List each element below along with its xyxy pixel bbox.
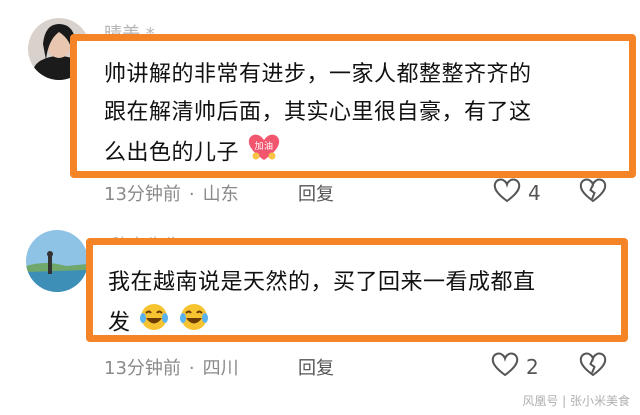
broken-heart-icon	[578, 178, 608, 208]
comment-meta: 13分钟前 · 山东	[104, 180, 239, 206]
comment-text-line: 发	[108, 302, 618, 345]
comment-time: 13分钟前	[104, 184, 181, 205]
comment-text-line: 帅讲解的非常有进步，一家人都整整齐齐的	[104, 62, 532, 87]
meta-separator: ·	[188, 358, 195, 379]
comment-time: 13分钟前	[104, 358, 181, 379]
heart-outline-icon	[492, 176, 522, 209]
broken-heart-icon	[578, 352, 608, 382]
comment-meta: 13分钟前 · 四川	[104, 354, 239, 380]
like-button[interactable]: 2	[490, 350, 539, 383]
laugh-cry-emoji-icon	[138, 302, 170, 345]
comment-text-line: 么出色的儿子 加油	[104, 132, 624, 175]
dislike-button[interactable]	[578, 176, 608, 208]
comment-text-line-content: 么出色的儿子	[104, 140, 240, 166]
jiayou-emoji-text: 加油	[254, 140, 273, 152]
like-count: 2	[526, 354, 539, 379]
avatar[interactable]	[26, 230, 88, 292]
like-button[interactable]: 4	[492, 176, 541, 209]
jiayou-heart-emoji-icon: 加油	[247, 132, 281, 175]
comment-location: 四川	[202, 358, 239, 379]
heart-outline-icon	[490, 350, 520, 383]
reply-button[interactable]: 回复	[298, 354, 334, 380]
comment-text-line: 跟在解清帅后面，其实心里很自豪，有了这	[104, 100, 532, 125]
laugh-cry-emoji-icon	[178, 302, 210, 345]
comment-text-line: 我在越南说是天然的，买了回来一看成都直	[108, 270, 536, 295]
comment-text: 我在越南说是天然的，买了回来一看成都直 发	[108, 264, 618, 345]
watermark: 风凰号 | 张小米美食	[522, 394, 630, 408]
reply-button[interactable]: 回复	[298, 180, 334, 206]
comment-text-line-content: 发	[108, 310, 131, 336]
like-count: 4	[528, 180, 541, 205]
comment-text: 帅讲解的非常有进步，一家人都整整齐齐的 跟在解清帅后面，其实心里很自豪，有了这 …	[104, 56, 624, 175]
dislike-button[interactable]	[578, 350, 608, 382]
comment-location: 山东	[202, 184, 239, 205]
meta-separator: ·	[188, 184, 195, 205]
